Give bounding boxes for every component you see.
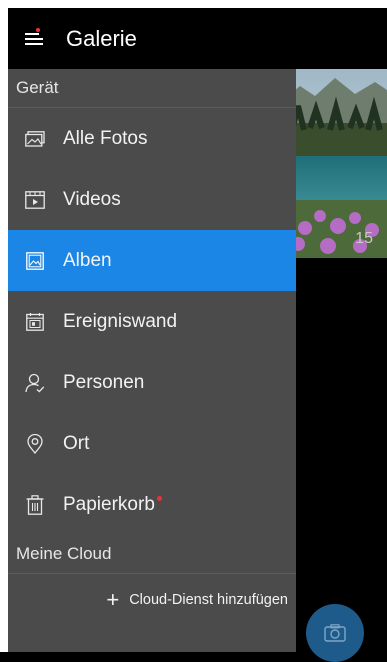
drawer-item-label: Ort <box>63 432 90 454</box>
camera-button[interactable] <box>306 604 364 662</box>
add-cloud-service-button[interactable]: + Cloud-Dienst hinzufügen <box>8 574 296 626</box>
section-header-device: Gerät <box>8 69 296 108</box>
drawer-item-label: Alle Fotos <box>63 127 148 149</box>
drawer-item-label: Papierkorb <box>63 494 162 516</box>
drawer-item-label: Videos <box>63 188 121 210</box>
drawer-item-event-wall[interactable]: Ereigniswand <box>8 291 296 352</box>
location-pin-icon <box>25 433 45 454</box>
drawer-item-label: Alben <box>63 249 112 271</box>
hamburger-icon <box>25 32 43 45</box>
gallery-screen: 15 Galerie Gerät Alle Fotos Videos Alben… <box>0 0 387 662</box>
album-thumbnail[interactable]: 15 <box>280 68 387 258</box>
drawer-item-videos[interactable]: Videos <box>8 169 296 230</box>
drawer-item-location[interactable]: Ort <box>8 413 296 474</box>
camera-icon <box>324 624 346 642</box>
person-icon <box>25 373 45 393</box>
event-wall-icon <box>25 312 45 332</box>
drawer-item-all-photos[interactable]: Alle Fotos <box>8 108 296 169</box>
photos-icon <box>25 129 45 149</box>
drawer-item-albums[interactable]: Alben <box>8 230 296 291</box>
video-icon <box>25 190 45 210</box>
photo-count: 15 <box>355 230 373 247</box>
app-bar: Galerie <box>8 8 387 69</box>
section-header-cloud: Meine Cloud <box>8 535 296 574</box>
trash-icon <box>25 494 45 515</box>
left-border <box>0 0 8 652</box>
plus-icon: + <box>106 587 120 612</box>
navigation-drawer: Gerät Alle Fotos Videos Alben Ereigniswa… <box>8 69 296 652</box>
top-border <box>0 0 387 8</box>
notification-dot-icon <box>156 495 162 501</box>
add-cloud-service-label: Cloud-Dienst hinzufügen <box>129 592 288 608</box>
drawer-item-trash[interactable]: Papierkorb <box>8 474 296 535</box>
notification-dot-icon <box>36 28 40 32</box>
drawer-item-label: Ereigniswand <box>63 310 178 332</box>
drawer-item-label: Personen <box>63 371 145 393</box>
album-icon <box>25 251 45 271</box>
menu-button[interactable] <box>8 8 60 69</box>
app-title: Galerie <box>66 25 137 51</box>
drawer-item-people[interactable]: Personen <box>8 352 296 413</box>
